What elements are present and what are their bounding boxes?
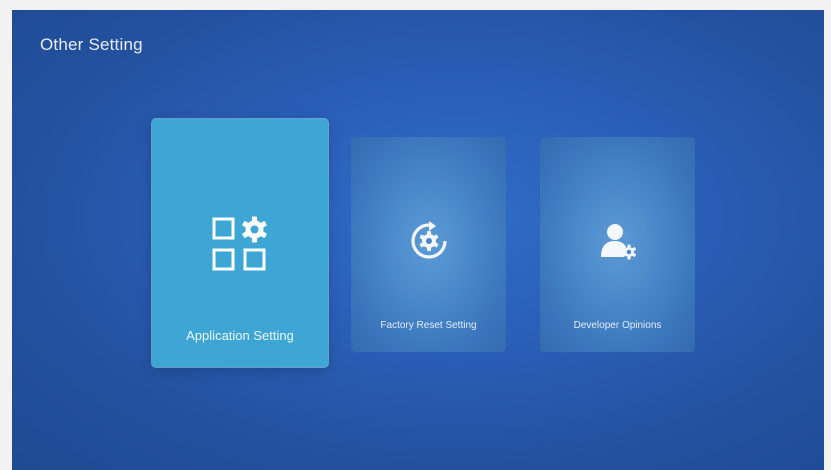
tile-label: Application Setting xyxy=(186,328,294,343)
developer-user-icon xyxy=(598,221,638,266)
reset-gear-icon xyxy=(409,221,449,266)
page-title: Other Setting xyxy=(40,35,143,54)
tile-factory-reset-setting[interactable]: Factory Reset Setting xyxy=(351,137,506,352)
tile-label: Developer Opinions xyxy=(573,320,662,331)
settings-screen: Other Setting Application Setting Factor… xyxy=(12,10,824,470)
tile-application-setting[interactable]: Application Setting xyxy=(152,119,328,367)
tile-developer-opinions[interactable]: Developer Opinions xyxy=(540,137,695,352)
apps-gear-icon xyxy=(210,215,270,280)
photo-frame: Other Setting Application Setting Factor… xyxy=(0,0,831,470)
tile-label: Factory Reset Setting xyxy=(380,320,477,331)
